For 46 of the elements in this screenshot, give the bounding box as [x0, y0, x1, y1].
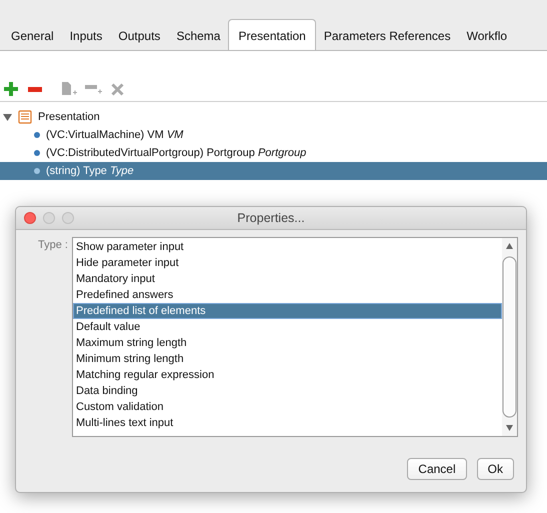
list-item[interactable]: Matching regular expression	[73, 367, 502, 383]
close-icon	[110, 82, 124, 96]
bullet-icon	[34, 132, 40, 138]
tree-row[interactable]: (VC:DistributedVirtualPortgroup) Portgroup Portgroup	[0, 144, 547, 162]
bar-plus-icon	[84, 83, 102, 95]
minimize-button[interactable]	[43, 212, 55, 224]
tab[interactable]: Outputs	[110, 20, 168, 50]
tab[interactable]: Parameters References	[316, 20, 459, 50]
parameter-label: (VC:VirtualMachine) VM VM	[46, 129, 184, 141]
page-plus-icon	[61, 82, 77, 96]
tab[interactable]: Workflo	[458, 20, 516, 50]
add-button[interactable]	[2, 80, 20, 98]
bullet-icon	[34, 150, 40, 156]
field-label: Type :	[37, 238, 69, 253]
list-item[interactable]: Mandatory input	[73, 271, 502, 287]
dialog-title: Properties...	[237, 211, 306, 225]
bullet-icon	[34, 168, 40, 174]
tab[interactable]: Schema	[168, 20, 228, 50]
list-item[interactable]: Custom validation	[73, 399, 502, 415]
list-item[interactable]: Show parameter input	[73, 239, 502, 255]
scrollbar[interactable]	[502, 238, 517, 436]
list-item[interactable]: Maximum string length	[73, 335, 502, 351]
tab[interactable]: Presentation	[228, 19, 316, 50]
list-item[interactable]: Multi-lines text input	[73, 415, 502, 431]
minus-icon	[28, 86, 42, 92]
list-item[interactable]: Minimum string length	[73, 351, 502, 367]
parameter-label: (VC:DistributedVirtualPortgroup) Portgroup Portgroup	[46, 147, 306, 159]
parameter-label: (string) Type Type	[46, 165, 134, 177]
tab[interactable]: General	[3, 20, 62, 50]
list-item[interactable]: Default value	[73, 319, 502, 335]
tree-node-label[interactable]: Presentation	[38, 111, 100, 123]
options-list[interactable]	[72, 237, 518, 437]
close-button[interactable]	[24, 212, 36, 224]
plus-icon	[4, 82, 18, 96]
zoom-button[interactable]	[62, 212, 74, 224]
dialog-button[interactable]: Cancel	[407, 458, 467, 480]
expand-triangle-icon[interactable]	[3, 112, 12, 122]
tab[interactable]: Inputs	[62, 20, 110, 50]
list-item[interactable]: Predefined list of elements	[73, 303, 502, 319]
form-icon	[18, 110, 32, 124]
tree-row[interactable]: (VC:VirtualMachine) VM VM	[0, 126, 547, 144]
list-item[interactable]: Predefined answers	[73, 287, 502, 303]
dialog-button[interactable]: Ok	[476, 458, 514, 480]
list-item[interactable]: Data binding	[73, 383, 502, 399]
list-item[interactable]: Hide parameter input	[73, 255, 502, 271]
tree-row[interactable]: (string) Type Type	[0, 162, 547, 180]
